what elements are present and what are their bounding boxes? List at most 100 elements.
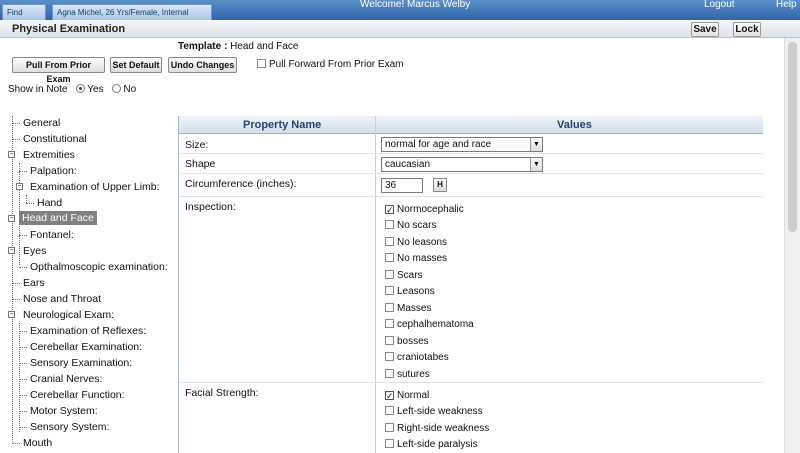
checkbox[interactable] [385,237,394,246]
tree-item-head-and-face[interactable]: Head and Face [19,211,97,225]
pull-from-prior-button[interactable]: Pull From Prior Exam [12,57,105,84]
chevron-down-icon[interactable]: ▼ [530,158,542,171]
shape-select[interactable]: caucasian ▼ [381,157,543,172]
checkbox[interactable] [385,439,394,448]
tree-item-fontanel[interactable]: Fontanel: [30,229,74,241]
tree-item-neurological[interactable]: Neurological Exam: [23,309,114,321]
undo-changes-button[interactable]: Undo Changes [168,57,237,73]
tab-find-patient[interactable]: Find Patient [2,4,46,32]
tree-item-mouth[interactable]: Mouth [23,437,52,449]
checkbox[interactable] [385,220,394,229]
tree-item-ears[interactable]: Ears [23,277,45,289]
save-button[interactable]: Save [691,22,719,37]
collapse-icon[interactable]: − [8,311,15,318]
set-default-button[interactable]: Set Default [110,57,162,73]
tree-item-hand[interactable]: Hand [37,197,62,209]
tree-line [19,379,27,380]
row-size: Size: normal for age and race ▼ [179,135,763,154]
grid-header: Property Name Values [179,116,763,134]
exam-tree: General Constitutional − Extremities Pal… [0,112,178,453]
facial-strength-label: Facial Strength: [185,387,259,399]
checkbox[interactable] [385,369,394,378]
option-bosses[interactable]: bosses [385,336,429,347]
collapse-icon[interactable]: − [8,215,15,222]
tree-item-sensory-system[interactable]: Sensory System: [30,421,109,433]
row-circumference: Circumference (inches): 36 H [179,174,763,197]
shape-value: caucasian [385,159,431,170]
checkbox[interactable] [385,253,394,262]
tree-item-motor-system[interactable]: Motor System: [30,405,98,417]
option-left-weakness[interactable]: Left-side weakness [385,406,483,417]
tree-line [19,267,27,268]
tree-item-upper-limb[interactable]: Examination of Upper Limb: [30,181,160,193]
tree-item-cerebellar-function[interactable]: Cerebellar Function: [30,389,125,401]
tree-item-eyes[interactable]: Eyes [23,245,46,257]
tree-line [26,203,34,204]
tree-item-reflexes[interactable]: Examination of Reflexes: [30,325,146,337]
option-scars[interactable]: Scars [385,270,423,281]
tree-item-palpation[interactable]: Palpation: [30,165,77,177]
vertical-scrollbar[interactable] [784,38,800,453]
tab-patient-info[interactable]: Agna Michel, 26 Yrs/Female, Internal Med… [52,4,212,32]
checkbox[interactable] [385,286,394,295]
option-cephalhematoma[interactable]: cephalhematoma [385,319,474,330]
tree-item-sensory-exam[interactable]: Sensory Examination: [30,357,132,369]
lock-button[interactable]: Lock [733,22,761,37]
logout-link[interactable]: Logout [704,0,735,10]
tree-item-extremities[interactable]: Extremities [23,149,75,161]
pull-forward-label: Pull Forward From Prior Exam [269,59,404,70]
pull-forward-option[interactable]: Pull Forward From Prior Exam [257,59,403,70]
option-no-scars[interactable]: No scars [385,220,436,231]
tree-line [19,331,27,332]
checkbox[interactable] [385,205,394,214]
property-grid: Property Name Values Size: normal for ag… [178,116,763,453]
checkbox[interactable] [385,319,394,328]
option-no-masses[interactable]: No masses [385,253,447,264]
option-left-paralysis[interactable]: Left-side paralysis [385,439,478,450]
chevron-down-icon[interactable]: ▼ [530,138,542,151]
checkbox[interactable] [385,352,394,361]
option-masses[interactable]: Masses [385,303,431,314]
option-no-leasons[interactable]: No leasons [385,237,447,248]
row-facial-strength: Facial Strength: Normal Left-side weakne… [179,383,763,453]
checkbox[interactable] [385,270,394,279]
checkbox[interactable] [385,391,394,400]
checkbox[interactable] [385,303,394,312]
show-in-note-label: Show in Note [8,84,68,95]
option-label: Right-side weakness [397,423,490,434]
option-normal[interactable]: Normal [385,390,429,401]
tree-line [19,323,20,432]
circumference-h-button[interactable]: H [433,178,447,192]
scrollbar-thumb[interactable] [788,42,797,232]
tree-item-constitutional[interactable]: Constitutional [23,133,87,145]
yes-radio[interactable] [76,84,86,93]
option-craniotabes[interactable]: craniotabes [385,352,449,363]
checkbox[interactable] [385,336,394,345]
circumference-input[interactable]: 36 [381,178,423,193]
checkbox[interactable] [385,406,394,415]
page-header: Physical Examination Save Lock [0,20,800,38]
size-select[interactable]: normal for age and race ▼ [381,137,543,152]
tree-item-opthalmoscopic[interactable]: Opthalmoscopic examination: [30,261,168,273]
collapse-icon[interactable]: − [8,151,15,158]
collapse-icon[interactable]: − [16,183,23,190]
size-value: normal for age and race [385,139,492,150]
option-normocephalic[interactable]: Normocephalic [385,204,464,215]
no-radio[interactable] [112,84,122,93]
tree-item-cranial-nerves[interactable]: Cranial Nerves: [30,373,102,385]
help-link[interactable]: Help [776,0,797,10]
option-leasons[interactable]: Leasons [385,286,435,297]
option-right-weakness[interactable]: Right-side weakness [385,423,489,434]
checkbox[interactable] [385,423,394,432]
tree-item-cerebellar-exam[interactable]: Cerebellar Examination: [30,341,142,353]
tree-item-nose-throat[interactable]: Nose and Throat [23,293,101,305]
show-in-note: Show in Note Yes No [8,84,136,95]
collapse-icon[interactable]: − [8,247,15,254]
pull-forward-checkbox[interactable] [257,59,266,68]
col-values: Values [557,119,592,131]
row-inspection: Inspection: Normocephalic No scars No le… [179,197,763,383]
tree-item-general[interactable]: General [23,117,60,129]
option-label: craniotabes [397,352,449,363]
option-sutures[interactable]: sutures [385,369,430,380]
tree-line [12,123,20,124]
